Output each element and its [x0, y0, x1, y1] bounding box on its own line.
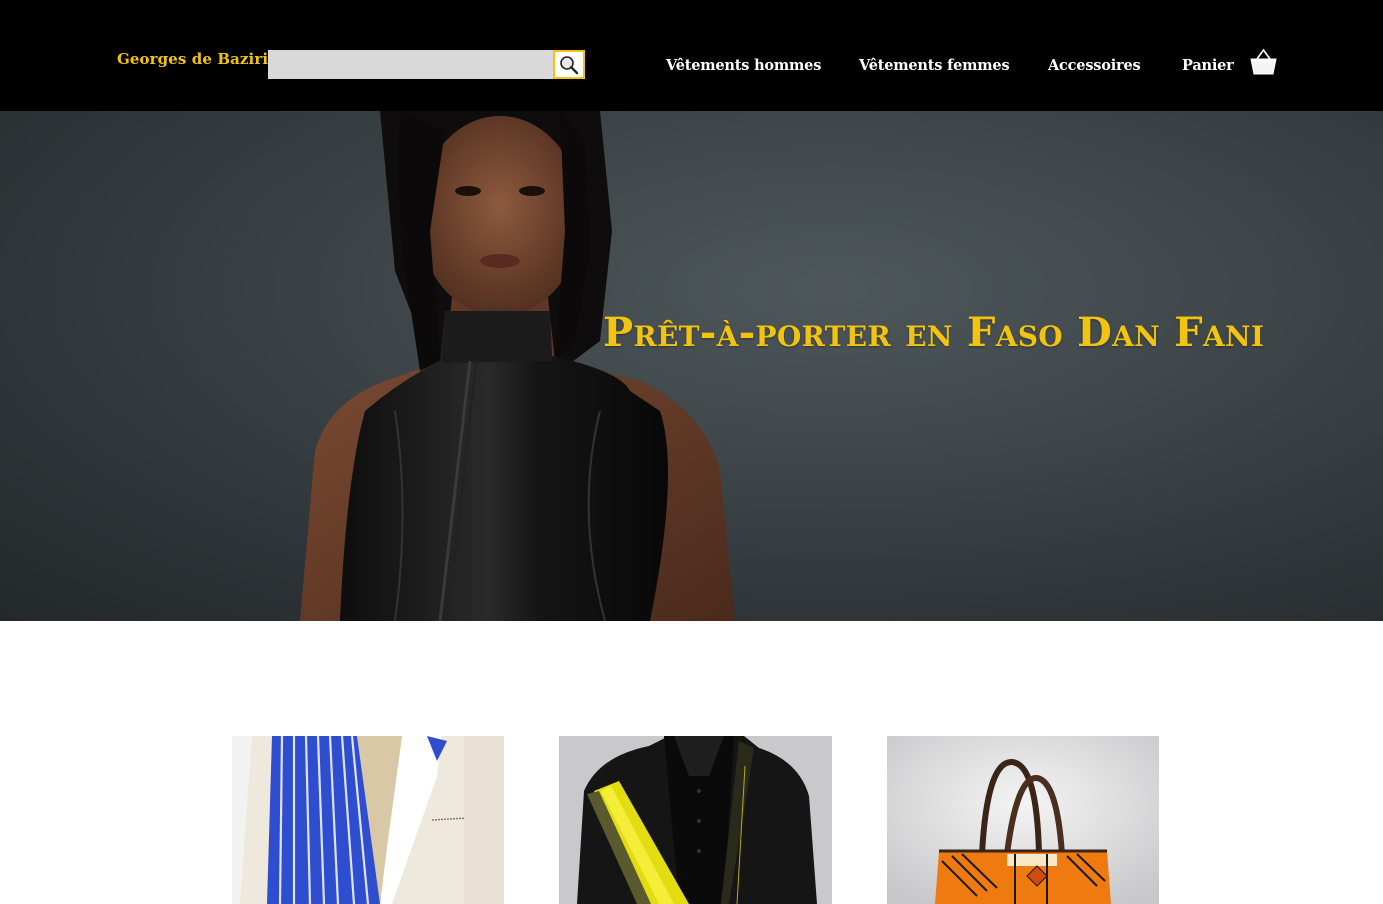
- search-button[interactable]: [553, 50, 585, 79]
- nav-item-cart[interactable]: Panier: [1182, 57, 1234, 74]
- nav-item-women[interactable]: Vêtements femmes: [859, 57, 1010, 74]
- product-image-jacket-black: [559, 736, 832, 904]
- basket-icon[interactable]: [1250, 48, 1277, 76]
- site-logo[interactable]: Georges de Baziri: [117, 50, 268, 68]
- hero-banner: Prêt-à-porter en Faso Dan Fani: [0, 111, 1383, 621]
- product-grid: [0, 621, 1383, 904]
- product-card[interactable]: [232, 736, 504, 904]
- search-icon: [560, 55, 579, 74]
- product-card[interactable]: [887, 736, 1159, 904]
- hero-model-image: [300, 111, 735, 621]
- product-card[interactable]: [559, 736, 832, 904]
- product-image-tote-bag: [887, 736, 1159, 904]
- nav-item-accessories[interactable]: Accessoires: [1048, 57, 1141, 74]
- search-input[interactable]: [268, 50, 553, 79]
- site-header: Georges de Baziri Vêtements hommes Vêtem…: [0, 0, 1383, 111]
- nav-item-men[interactable]: Vêtements hommes: [666, 57, 821, 74]
- hero-title: Prêt-à-porter en Faso Dan Fani: [603, 309, 1265, 356]
- search-bar: [268, 50, 585, 79]
- product-image-jacket-blue: [232, 736, 504, 904]
